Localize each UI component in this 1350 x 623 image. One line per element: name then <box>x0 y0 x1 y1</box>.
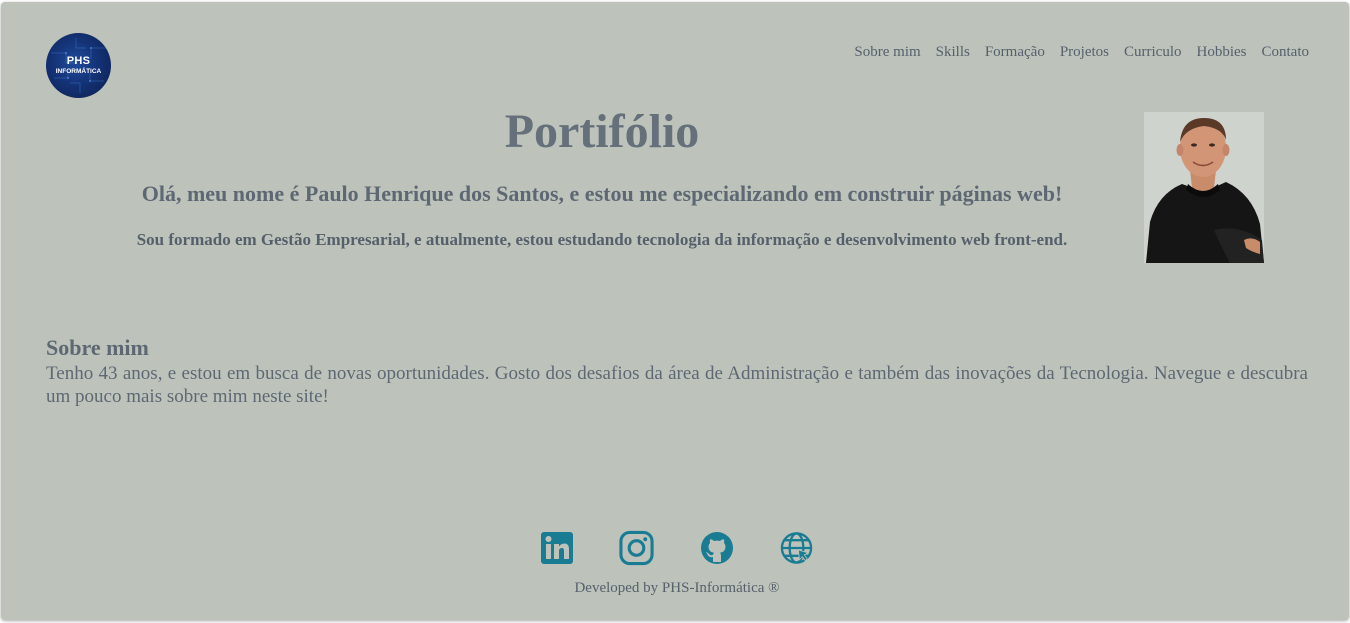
about-text: Tenho 43 anos, e estou em busca de novas… <box>46 363 1308 407</box>
nav-link-sobre-mim[interactable]: Sobre mim <box>854 44 920 61</box>
nav-link-formacao[interactable]: Formação <box>985 44 1045 61</box>
page-title: Portifólio <box>504 105 700 158</box>
nav-link-contato[interactable]: Contato <box>1262 44 1310 61</box>
hero-subtitle: Olá, meu nome é Paulo Henrique dos Santo… <box>141 181 1063 206</box>
footer-credit: Developed by PHS-Informática ® <box>574 580 780 596</box>
profile-photo <box>1144 112 1264 263</box>
logo[interactable]: PHS INFORMÁTICA <box>46 33 111 98</box>
about-heading: Sobre mim <box>46 335 149 360</box>
main-nav: Sobre mim Skills Formação Projetos Curri… <box>854 44 1309 61</box>
nav-link-hobbies[interactable]: Hobbies <box>1197 44 1247 61</box>
nav-link-curriculo[interactable]: Curriculo <box>1124 44 1182 61</box>
github-icon[interactable] <box>699 530 734 565</box>
nav-link-skills[interactable]: Skills <box>936 44 970 61</box>
hero-description: Sou formado em Gestão Empresarial, e atu… <box>136 230 1068 249</box>
instagram-icon[interactable] <box>619 530 654 565</box>
logo-subtitle: INFORMÁTICA <box>55 67 102 75</box>
social-links <box>539 530 814 565</box>
logo-title: PHS <box>66 54 91 67</box>
linkedin-icon[interactable] <box>539 530 574 565</box>
nav-link-projetos[interactable]: Projetos <box>1060 44 1109 61</box>
page: PHS INFORMÁTICA Sobre mim Skills Formaçã… <box>1 2 1349 620</box>
globe-icon[interactable] <box>779 530 814 565</box>
